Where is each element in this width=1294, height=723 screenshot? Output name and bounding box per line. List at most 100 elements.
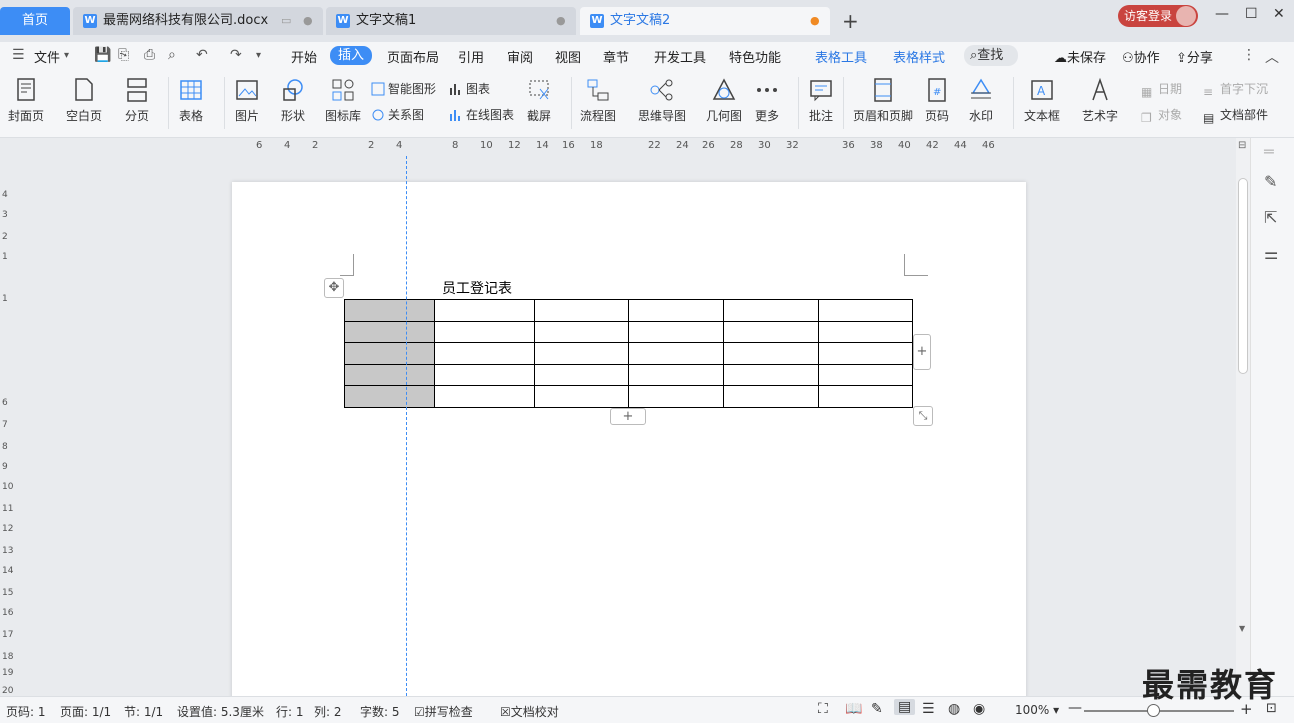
- table-cell[interactable]: [723, 342, 819, 365]
- object-button[interactable]: ❐ 对象: [1141, 106, 1182, 125]
- status-pages[interactable]: 页面: 1/1: [60, 703, 111, 720]
- export-icon[interactable]: ⎘: [118, 47, 129, 63]
- status-words[interactable]: 字数: 5: [360, 703, 400, 720]
- zoom-out-icon[interactable]: —: [1068, 700, 1082, 716]
- table-cell[interactable]: [344, 299, 435, 322]
- document-page[interactable]: ✥ 员工登记表 + + ⤡: [232, 182, 1026, 696]
- flowchart-button[interactable]: 流程图: [580, 77, 616, 124]
- menu-review[interactable]: 审阅: [507, 47, 533, 66]
- table-cell[interactable]: [723, 363, 819, 386]
- table-cell[interactable]: [818, 320, 913, 343]
- redo-icon[interactable]: ↷: [230, 47, 242, 63]
- geometry-button[interactable]: 几何图: [706, 77, 742, 124]
- print-icon[interactable]: ⎙: [144, 47, 155, 63]
- wordart-button[interactable]: 艺术字: [1082, 77, 1118, 124]
- table-move-handle[interactable]: ✥: [324, 278, 344, 298]
- tab-dot-icon[interactable]: ●: [303, 7, 313, 35]
- search-button[interactable]: ⌕查找: [964, 45, 1018, 66]
- table-cell[interactable]: [628, 320, 724, 343]
- panel-collapse-icon[interactable]: ═: [1264, 142, 1274, 161]
- online-chart-button[interactable]: 在线图表: [449, 106, 514, 123]
- write-mode-icon[interactable]: ✎: [871, 701, 883, 717]
- screenshot-button[interactable]: 截屏: [526, 77, 552, 124]
- tab-dot-icon[interactable]: ●: [556, 7, 566, 35]
- read-mode-icon[interactable]: 📖: [845, 701, 862, 717]
- table-cell[interactable]: [723, 385, 819, 408]
- table-cell[interactable]: [818, 342, 913, 365]
- preview-icon[interactable]: ⌕: [168, 47, 176, 63]
- proofread-button[interactable]: ☒文档校对: [500, 703, 559, 720]
- tab-home[interactable]: 首页: [0, 7, 70, 35]
- status-setting[interactable]: 设置值: 5.3厘米: [177, 703, 264, 720]
- page-up-icon[interactable]: ⊟: [1238, 140, 1246, 151]
- cloud-status[interactable]: ☁未保存: [1054, 47, 1106, 66]
- table-cell[interactable]: [818, 363, 913, 386]
- table-cell[interactable]: [434, 299, 535, 322]
- fullscreen-icon[interactable]: ⛶: [818, 701, 828, 717]
- customize-icon[interactable]: ▾: [256, 50, 261, 61]
- page-view-icon[interactable]: ▤: [894, 699, 916, 715]
- add-row-button[interactable]: +: [610, 408, 646, 425]
- save-icon[interactable]: 💾: [94, 47, 111, 63]
- table-cell[interactable]: [628, 363, 724, 386]
- header-footer-button[interactable]: 页眉和页脚: [853, 77, 913, 124]
- tab-doc-2[interactable]: W 文字文稿1 ●: [326, 7, 576, 35]
- table-cell[interactable]: [534, 299, 629, 322]
- table-cell[interactable]: [818, 385, 913, 408]
- table-resize-handle[interactable]: ⤡: [913, 406, 933, 426]
- menu-reference[interactable]: 引用: [458, 47, 484, 66]
- add-column-button[interactable]: +: [913, 334, 931, 370]
- eye-protect-icon[interactable]: ◉: [973, 701, 985, 717]
- more-button[interactable]: 更多: [754, 77, 780, 124]
- status-page[interactable]: 页码: 1: [6, 703, 46, 720]
- table-cell[interactable]: [534, 363, 629, 386]
- table-button[interactable]: 表格: [178, 77, 204, 124]
- status-col[interactable]: 列: 2: [314, 703, 342, 720]
- table-cell[interactable]: [628, 299, 724, 322]
- minimize-icon[interactable]: —: [1215, 6, 1229, 22]
- menu-dev-tools[interactable]: 开发工具: [654, 47, 706, 66]
- doc-parts-button[interactable]: ▤ 文档部件: [1203, 106, 1268, 125]
- collab-button[interactable]: ⚇协作: [1122, 47, 1160, 66]
- tab-doc-1[interactable]: W 最需网络科技有限公司.docx ▭ ●: [73, 7, 323, 35]
- spellcheck-button[interactable]: ☑拼写检查: [414, 703, 473, 720]
- table-cell[interactable]: [818, 299, 913, 322]
- vertical-scrollbar[interactable]: ⊟ ▼: [1236, 138, 1250, 696]
- menu-section[interactable]: 章节: [603, 47, 629, 66]
- table-cell[interactable]: [534, 320, 629, 343]
- menu-home[interactable]: 开始: [291, 47, 317, 66]
- cover-page-button[interactable]: 封面页: [8, 77, 44, 124]
- date-button[interactable]: ▦ 日期: [1141, 80, 1182, 99]
- menu-table-tools[interactable]: 表格工具: [815, 47, 867, 66]
- menu-insert[interactable]: 插入: [330, 46, 373, 65]
- menu-special[interactable]: 特色功能: [729, 47, 781, 66]
- zoom-level[interactable]: 100% ▾: [1015, 703, 1059, 717]
- shape-button[interactable]: 形状: [280, 77, 306, 124]
- document-title[interactable]: 员工登记表: [442, 278, 512, 298]
- table-cell[interactable]: [434, 363, 535, 386]
- picture-button[interactable]: 图片: [234, 77, 260, 124]
- table-cell[interactable]: [434, 320, 535, 343]
- vertical-ruler[interactable]: 4 3 2 1 1 6 7 8 9 10 11 12 13 14 15 16 17 18 19 20: [0, 156, 14, 696]
- scroll-down-icon[interactable]: ▼: [1239, 624, 1245, 633]
- more-icon[interactable]: ⋮: [1242, 47, 1256, 63]
- comment-button[interactable]: 批注: [808, 77, 834, 124]
- menu-layout[interactable]: 页面布局: [387, 47, 439, 66]
- collapse-ribbon-icon[interactable]: ︿: [1265, 47, 1279, 67]
- unsaved-dot-icon[interactable]: ●: [810, 7, 820, 35]
- menu-view[interactable]: 视图: [555, 47, 581, 66]
- page-number-button[interactable]: # 页码: [924, 77, 950, 124]
- close-icon[interactable]: ✕: [1273, 6, 1285, 22]
- table-cell[interactable]: [628, 385, 724, 408]
- share-button[interactable]: ⇪分享: [1176, 47, 1213, 66]
- tab-doc-3[interactable]: W 文字文稿2 ●: [580, 7, 830, 35]
- table-cell[interactable]: [534, 342, 629, 365]
- settings-sliders-icon[interactable]: ⚌: [1264, 244, 1278, 263]
- smart-shape-button[interactable]: 智能图形: [371, 80, 436, 97]
- new-tab-button[interactable]: +: [842, 9, 859, 33]
- pen-icon[interactable]: ✎: [1264, 172, 1277, 191]
- maximize-icon[interactable]: ☐: [1245, 6, 1258, 22]
- blank-page-button[interactable]: 空白页: [66, 77, 102, 124]
- hamburger-icon[interactable]: ☰: [12, 47, 25, 63]
- horizontal-ruler[interactable]: 6 4 2 2 4 8 10 12 14 16 18 22 24 26 28 30 32 36 38 40 42 44 46: [0, 138, 1236, 156]
